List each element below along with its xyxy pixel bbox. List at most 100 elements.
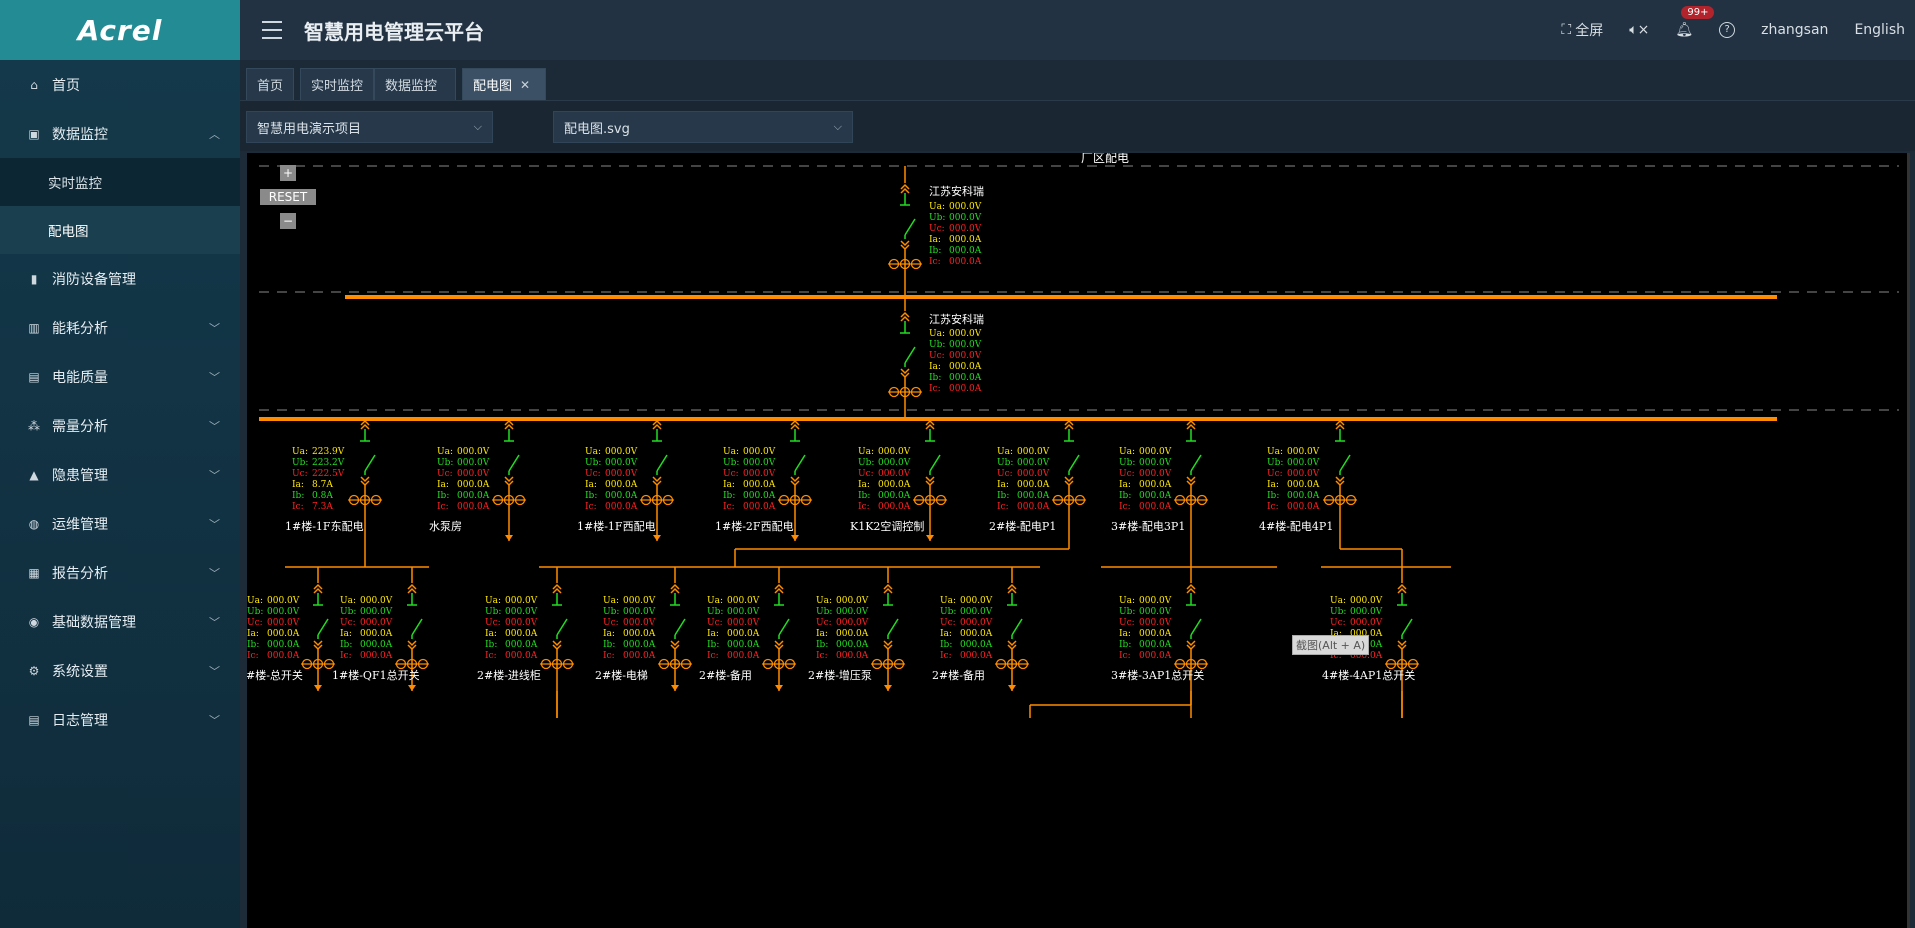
feeder-name: 4#楼-4AP1总开关 bbox=[1322, 668, 1415, 682]
chevron-down-icon: ﹀ bbox=[209, 664, 220, 678]
language-switch[interactable]: English bbox=[1854, 22, 1905, 38]
reading-label-ub: Ub: bbox=[247, 607, 263, 617]
meter-readings: Ua: 000.0V Ub: 000.0V Uc: 000.0V Ia: 000.0A Ib: 0… bbox=[485, 596, 538, 661]
sidebar-item-10[interactable]: ⚙ 系统设置 ﹀ bbox=[0, 646, 240, 695]
reading-value-ua: 000.0V bbox=[457, 447, 490, 457]
meter-readings: Ua: 000.0V Ub: 000.0V Uc: 000.0V Ia: 000.0A Ib: 0… bbox=[603, 596, 656, 661]
sidebar-item-2[interactable]: ▮ 消防设备管理 bbox=[0, 254, 240, 303]
disconnector-upper bbox=[504, 423, 514, 430]
reading-label-uc: Uc: bbox=[929, 224, 945, 234]
chevron-down-icon: ⌵ bbox=[473, 120, 482, 133]
fullscreen-button[interactable]: ⛶ 全屏 bbox=[1561, 20, 1603, 40]
sidebar-item-6[interactable]: ▲ 隐患管理 ﹀ bbox=[0, 450, 240, 499]
reading-label-uc: Uc: bbox=[247, 618, 263, 628]
sidebar-item-4[interactable]: ▤ 电能质量 ﹀ bbox=[0, 352, 240, 401]
close-icon[interactable]: ✕ bbox=[520, 78, 530, 92]
switch-blade bbox=[929, 454, 941, 472]
menu-toggle-icon[interactable] bbox=[262, 21, 282, 39]
distribution-diagram[interactable]: 厂区配电 江苏安科瑞 Ua: 000.0V Ub: 000.0V Uc: 000.0V Ia: 0… bbox=[247, 153, 1910, 928]
sidebar-item-3[interactable]: ▥ 能耗分析 ﹀ bbox=[0, 303, 240, 352]
reading-value-ia: 000.0A bbox=[949, 235, 982, 245]
reading-value-ia: 000.0A bbox=[360, 629, 393, 639]
tab-0[interactable]: 首页 bbox=[246, 68, 295, 100]
meter-readings: Ua: 000.0V Ub: 000.0V Uc: 000.0V Ia: 000.0A Ib: 0… bbox=[585, 447, 638, 512]
page-title: 智慧用电管理云平台 bbox=[304, 19, 484, 44]
diagram-canvas[interactable]: 厂区配电江苏安科瑞 Ua: 000.0V Ub: 000.0V Uc: 000.0V Ia: 0… bbox=[247, 153, 1910, 928]
sidebar-item-1[interactable]: ▣ 数据监控 ︿ bbox=[0, 109, 240, 158]
reading-label-ic: Ic: bbox=[707, 651, 719, 661]
reading-value-ub: 000.0V bbox=[836, 607, 869, 617]
reading-value-uc: 000.0V bbox=[605, 469, 638, 479]
tab-3[interactable]: 配电图 ✕ bbox=[462, 68, 546, 100]
reading-value-ic: 000.0A bbox=[878, 502, 911, 512]
reading-label-ua: Ua: bbox=[929, 202, 945, 212]
reading-label-ub: Ub: bbox=[292, 458, 308, 468]
reading-value-uc: 000.0V bbox=[457, 469, 490, 479]
reading-value-ib: 000.0A bbox=[267, 640, 300, 650]
reading-value-ub: 000.0V bbox=[949, 340, 982, 350]
reading-label-ua: Ua: bbox=[723, 447, 739, 457]
tab-1[interactable]: 实时监控 bbox=[300, 68, 375, 100]
reading-value-ua: 000.0V bbox=[949, 202, 982, 212]
reading-value-uc: 000.0V bbox=[878, 469, 911, 479]
reading-label-ub: Ub: bbox=[485, 607, 501, 617]
sidebar-item-label: 报告分析 bbox=[52, 565, 108, 582]
chevron-down-icon: ﹀ bbox=[209, 419, 220, 433]
sidebar-subitem-1-0[interactable]: 实时监控 bbox=[0, 158, 240, 206]
meter-readings: Ua: 000.0V Ub: 000.0V Uc: 000.0V Ia: 000.0A Ib: 0… bbox=[707, 596, 760, 661]
reading-value-ib: 0.8A bbox=[312, 491, 333, 501]
switch-blade bbox=[1068, 454, 1080, 472]
sidebar-item-9[interactable]: ◉ 基础数据管理 ﹀ bbox=[0, 597, 240, 646]
reading-label-ic: Ic: bbox=[929, 257, 941, 267]
chevron-down-icon: ﹀ bbox=[209, 517, 220, 531]
reading-label-ub: Ub: bbox=[707, 607, 723, 617]
reading-label-ib: Ib: bbox=[247, 640, 259, 650]
reading-value-ua: 000.0V bbox=[1017, 447, 1050, 457]
reading-label-ua: Ua: bbox=[929, 329, 945, 339]
project-select[interactable]: 智慧用电演示项目 ⌵ bbox=[246, 111, 493, 143]
reading-value-ib: 000.0A bbox=[836, 640, 869, 650]
load-arrow bbox=[884, 685, 892, 691]
disconnector-upper bbox=[1064, 423, 1074, 430]
settings-icon: ⚙ bbox=[28, 663, 40, 678]
reset-button[interactable]: RESET bbox=[260, 189, 316, 205]
disconnector-lower bbox=[1186, 640, 1196, 647]
tab-bar: 首页 实时监控 数据监控 配电图 ✕ bbox=[240, 60, 1915, 101]
reading-label-ub: Ub: bbox=[1267, 458, 1283, 468]
feeder-name: 江苏安科瑞 bbox=[929, 312, 984, 326]
reading-label-ia: Ia: bbox=[929, 362, 941, 372]
reading-label-ia: Ia: bbox=[292, 480, 304, 490]
reading-value-ia: 000.0A bbox=[878, 480, 911, 490]
sidebar-item-7[interactable]: ◍ 运维管理 ﹀ bbox=[0, 499, 240, 548]
reading-value-ia: 000.0A bbox=[1139, 629, 1172, 639]
tab-2[interactable]: 数据监控 bbox=[374, 68, 456, 100]
zoom-out-button[interactable]: − bbox=[280, 213, 296, 229]
sidebar-subitem-1-1[interactable]: 配电图 bbox=[0, 206, 240, 254]
speaker-mute-icon: 🔈︎× bbox=[1629, 22, 1650, 38]
sidebar-item-5[interactable]: ⁂ 需量分析 ﹀ bbox=[0, 401, 240, 450]
sidebar-item-0[interactable]: ⌂ 首页 bbox=[0, 60, 240, 109]
sidebar-item-8[interactable]: ▦ 报告分析 ﹀ bbox=[0, 548, 240, 597]
reading-value-ic: 7.3A bbox=[312, 502, 333, 512]
sidebar-menu: ⌂ 首页 ▣ 数据监控 ︿ 实时监控 配电图 ▮ 消防设备管理 ▥ 能耗分析 ﹀ ▤ 电能质量 ﹀ ⁂ 需量分析… bbox=[0, 60, 240, 744]
user-menu[interactable]: zhangsan bbox=[1761, 22, 1828, 38]
reading-label-ic: Ic: bbox=[292, 502, 304, 512]
help-button[interactable]: ? bbox=[1719, 22, 1736, 38]
feeder-name: 2#楼-进线柜 bbox=[477, 668, 541, 682]
reading-label-ic: Ic: bbox=[585, 502, 597, 512]
reading-label-ua: Ua: bbox=[707, 596, 723, 606]
breaker-symbol bbox=[995, 583, 1029, 691]
mute-button[interactable]: 🔈︎× bbox=[1629, 22, 1649, 38]
sidebar-item-label: 基础数据管理 bbox=[52, 614, 136, 631]
zoom-in-button[interactable]: + bbox=[280, 165, 296, 181]
sidebar-item-11[interactable]: ▤ 日志管理 ﹀ bbox=[0, 695, 240, 744]
reading-value-uc: 000.0V bbox=[623, 618, 656, 628]
notifications-button[interactable]: 🔔︎ 99+ bbox=[1675, 6, 1715, 38]
reading-value-ib: 000.0A bbox=[1139, 491, 1172, 501]
reading-label-ib: Ib: bbox=[1267, 491, 1279, 501]
file-select[interactable]: 配电图.svg ⌵ bbox=[553, 111, 853, 143]
monitor-icon: ▣ bbox=[28, 126, 40, 141]
reading-label-ua: Ua: bbox=[997, 447, 1013, 457]
disconnector-upper bbox=[1186, 423, 1196, 430]
diagram-scrollbar[interactable] bbox=[1907, 153, 1910, 928]
